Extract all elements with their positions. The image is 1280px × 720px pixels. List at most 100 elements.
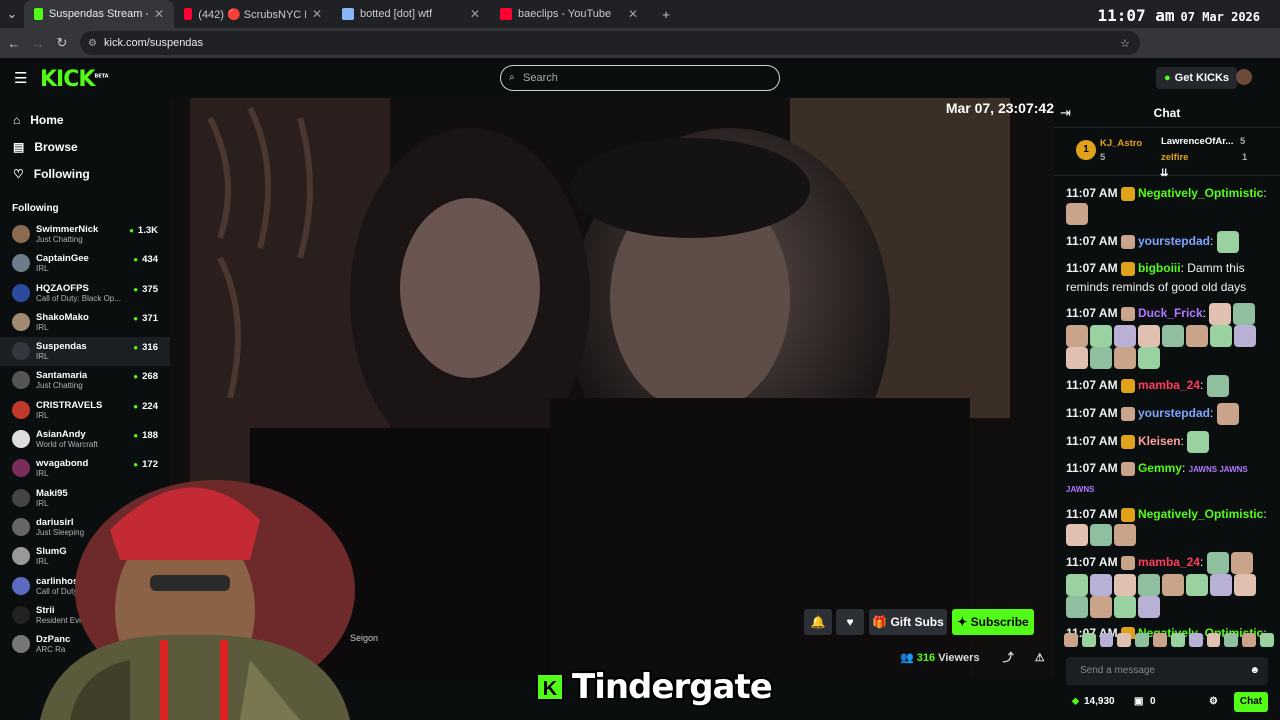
channel-item[interactable]: SantamariaJust Chatting 268 (0, 366, 170, 395)
channel-avatar (12, 430, 30, 449)
system-clock: 11:07 am 07 Mar 2026 (1097, 6, 1260, 25)
quick-emote-icon[interactable] (1188, 633, 1203, 647)
close-tab-icon[interactable]: ✕ (312, 7, 322, 21)
gift-count: 0 (1150, 696, 1156, 707)
chat-settings-icon[interactable]: ⚙ (1209, 696, 1218, 707)
channel-viewer-count: 375 (133, 284, 158, 295)
emote-icon (1114, 524, 1136, 546)
emote-icon (1138, 596, 1160, 618)
channel-item[interactable]: ShakoMakoIRL 371 (0, 308, 170, 337)
message-username[interactable]: yourstepdad (1138, 406, 1210, 420)
channel-name: Santamaria (36, 370, 88, 382)
channel-item[interactable]: CaptainGeeIRL 434 (0, 249, 170, 278)
stream-timestamp: Mar 07, 23:07:42 (945, 100, 1054, 116)
subscribe-button[interactable]: ✦ Subscribe (952, 609, 1034, 635)
message-username[interactable]: Negatively_Optimistic (1138, 507, 1263, 521)
emote-icon (1233, 303, 1256, 325)
emote-icon (1206, 552, 1229, 574)
sidebar-item-label: Home (30, 112, 64, 127)
close-tab-icon[interactable]: ✕ (628, 7, 638, 21)
channel-viewer-count: 188 (133, 430, 158, 441)
site-info-icon[interactable]: ⚙ (88, 38, 97, 49)
follow-heart-button[interactable]: ♥ (836, 609, 864, 635)
channel-item[interactable]: HQZAOFPSCall of Duty: Black Op... 375 (0, 279, 170, 308)
share-icon[interactable]: ⤴ (1003, 652, 1014, 664)
channel-item[interactable]: CRISTRAVELSIRL 224 (0, 396, 170, 425)
channel-name: Suspendas (36, 341, 87, 353)
emoji-picker-icon[interactable]: ☻ (1249, 657, 1260, 685)
user-badge-icon (1120, 461, 1135, 476)
quick-emote-icon[interactable] (1099, 633, 1114, 647)
chat-panel: ⇥ Chat 1 KJ_Astro 5 LawrenceOfAr... 5 ze… (1054, 98, 1280, 720)
quick-emote-icon[interactable] (1081, 633, 1096, 647)
kicks-balance[interactable]: 14,930 (1084, 696, 1115, 707)
gift-subs-button[interactable]: 🎁 Gift Subs (869, 609, 947, 635)
channel-item[interactable]: AsianAndyWorld of Warcraft 188 (0, 425, 170, 454)
site-header: ☰ KICKBETA ⌕ Search ● Get KICKs (0, 58, 1280, 98)
back-icon[interactable]: ← (2, 36, 26, 51)
sidebar-item-following[interactable]: ♡ Following (0, 160, 170, 187)
search-placeholder: Search (523, 72, 558, 84)
hamburger-menu-icon[interactable]: ☰ (14, 69, 27, 87)
close-tab-icon[interactable]: ✕ (154, 7, 164, 21)
quick-emote-icon[interactable] (1064, 633, 1078, 647)
browser-tab[interactable]: Suspendas Stream - Watch ✕ (24, 0, 174, 28)
sidebar-item-browse[interactable]: ▤ Browse (0, 133, 170, 160)
browser-tab[interactable]: baeclips - YouTube ✕ (490, 0, 648, 28)
message-username[interactable]: yourstepdad (1138, 234, 1210, 248)
quick-emote-icon[interactable] (1260, 633, 1274, 647)
emote-icon (1234, 574, 1256, 596)
quick-emote-icon[interactable] (1135, 633, 1150, 647)
message-time: 11:07 AM (1066, 234, 1118, 249)
quick-emote-icon[interactable] (1206, 633, 1221, 647)
notifications-bell-button[interactable]: 🔔 (804, 609, 832, 635)
forward-icon[interactable]: → (26, 36, 50, 51)
channel-avatar (12, 254, 30, 273)
leader-1-name[interactable]: KJ_Astro (1100, 138, 1142, 149)
quick-emote-icon[interactable] (1170, 633, 1185, 647)
tab-search-icon[interactable]: ⌄ (0, 6, 24, 22)
gift-box-icon[interactable]: ▣ (1134, 696, 1143, 707)
channel-name: ShakoMako (36, 311, 89, 323)
user-avatar[interactable] (1236, 69, 1252, 85)
bookmark-star-icon[interactable]: ☆ (1120, 37, 1130, 50)
leader-3-name[interactable]: zelfire (1161, 152, 1188, 163)
message-username[interactable]: mamba_24 (1138, 555, 1200, 569)
get-kicks-button[interactable]: ● Get KICKs (1156, 67, 1238, 89)
leader-2-name[interactable]: LawrenceOfAr... (1161, 136, 1233, 147)
browser-tab[interactable]: (442) 🔴 ScrubsNYC LIVE NYC ✕ (174, 0, 332, 28)
sidebar-item-home[interactable]: ⌂ Home (0, 106, 170, 133)
new-tab-button[interactable]: + (654, 7, 678, 22)
message-username[interactable]: mamba_24 (1138, 378, 1200, 392)
collapse-chat-icon[interactable]: ⇥ (1060, 105, 1071, 121)
quick-emote-icon[interactable] (1242, 633, 1257, 647)
message-username[interactable]: Kleisen (1138, 434, 1181, 448)
emote-icon (1090, 524, 1112, 546)
leader-1-count: 5 (1100, 152, 1106, 163)
user-badge-icon (1120, 186, 1135, 201)
channel-item[interactable]: SuspendasIRL 316 (0, 337, 170, 367)
message-username[interactable]: Duck_Frick (1138, 306, 1203, 320)
message-username[interactable]: Gemmy (1138, 461, 1182, 475)
leaderboard-expand-icon[interactable]: ⇊ (1160, 168, 1168, 179)
report-icon[interactable]: ⚠ (1035, 652, 1045, 664)
browse-icon: ▤ (13, 139, 25, 154)
chat-send-button[interactable]: Chat (1234, 692, 1268, 712)
channel-category: IRL (36, 410, 49, 420)
reload-icon[interactable]: ↻ (50, 35, 74, 51)
message-time: 11:07 AM (1066, 434, 1118, 449)
channel-item[interactable]: SwimmerNickJust Chatting 1.3K (0, 220, 170, 249)
browser-tab[interactable]: botted [dot] wtf ✕ (332, 0, 490, 28)
quick-emote-icon[interactable] (1153, 633, 1167, 647)
kick-logo[interactable]: KICKBETA (40, 67, 109, 92)
quick-emote-icon[interactable] (1224, 633, 1239, 647)
address-bar[interactable]: ⚙ kick.com/suspendas ☆ (80, 31, 1140, 55)
message-username[interactable]: Negatively_Optimistic (1138, 186, 1263, 200)
tab-strip: Suspendas Stream - Watch✕(442) 🔴 ScrubsN… (24, 0, 648, 28)
quick-emote-icon[interactable] (1117, 633, 1132, 647)
close-tab-icon[interactable]: ✕ (470, 7, 480, 21)
channel-viewer-count: 1.3K (129, 225, 158, 236)
message-username[interactable]: bigboiii (1138, 261, 1181, 275)
search-input[interactable]: ⌕ Search (500, 65, 780, 91)
send-message-input[interactable]: Send a message ☻ (1066, 657, 1268, 685)
